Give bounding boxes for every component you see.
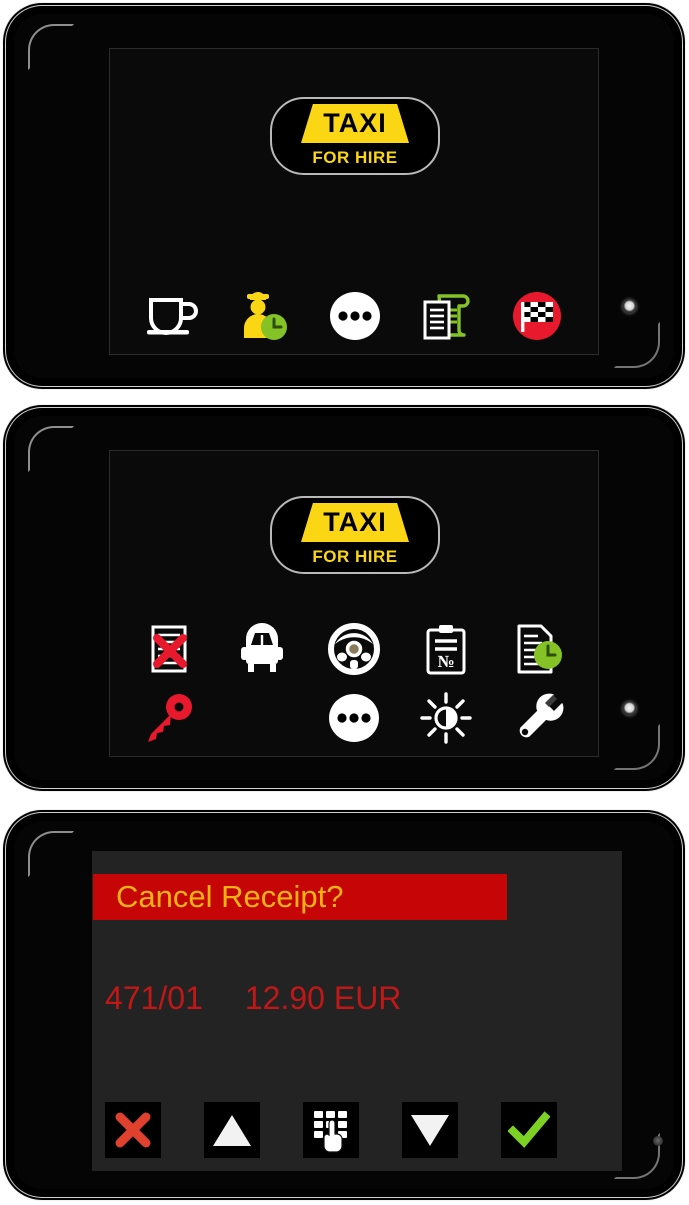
bezel-highlight-bottomright bbox=[614, 322, 660, 368]
break-coffee-button[interactable] bbox=[128, 286, 219, 346]
device-sensor-3 bbox=[653, 1136, 663, 1146]
cancel-receipt-button[interactable] bbox=[124, 617, 216, 681]
keypad-button[interactable] bbox=[303, 1102, 359, 1158]
key-icon bbox=[148, 694, 192, 742]
for-hire-label: FOR HIRE bbox=[312, 547, 398, 566]
document-cancel-icon bbox=[151, 625, 187, 673]
coffee-cup-icon bbox=[147, 298, 199, 335]
car-front-icon bbox=[241, 623, 283, 672]
service-button[interactable] bbox=[492, 687, 584, 749]
bezel-highlight-topleft bbox=[28, 24, 74, 70]
wrench-icon bbox=[519, 693, 564, 738]
bezel-highlight-bottomright bbox=[614, 724, 660, 770]
menu-row-2 bbox=[124, 687, 586, 749]
confirm-button[interactable] bbox=[501, 1102, 557, 1158]
taxi-roof-icon: TAXI bbox=[301, 503, 409, 542]
screen-cancel-receipt: Cancel Receipt? 471/01 12.90 EUR bbox=[92, 851, 622, 1171]
login-key-button[interactable] bbox=[124, 687, 216, 749]
shift-report-button[interactable] bbox=[492, 617, 584, 681]
vehicle-button[interactable] bbox=[216, 617, 308, 681]
bezel-highlight-topleft bbox=[28, 426, 74, 472]
receipt-number-value: 471/01 bbox=[105, 980, 203, 1016]
more-options-button[interactable] bbox=[308, 687, 400, 749]
device-bezel-3: Cancel Receipt? 471/01 12.90 EUR bbox=[14, 821, 674, 1189]
dialog-values: 471/01 12.90 EUR bbox=[105, 980, 401, 1017]
taxi-label: TAXI bbox=[323, 507, 387, 537]
more-options-button[interactable] bbox=[310, 286, 401, 346]
keypad-hand-icon bbox=[314, 1111, 347, 1153]
svg-text:№: № bbox=[437, 652, 454, 671]
dialog-title: Cancel Receipt? bbox=[116, 879, 344, 914]
three-dots-icon bbox=[329, 292, 380, 340]
driver-clock-icon bbox=[244, 292, 288, 340]
for-hire-label: FOR HIRE bbox=[312, 148, 398, 167]
clipboard-number-icon: № bbox=[426, 625, 466, 675]
receipt-scroll-icon bbox=[423, 294, 470, 340]
screen-idle: TAXI FOR HIRE bbox=[109, 48, 599, 355]
end-shift-button[interactable] bbox=[491, 286, 582, 346]
taxi-for-hire-sign: TAXI FOR HIRE bbox=[270, 97, 440, 175]
driving-mode-button[interactable] bbox=[308, 617, 400, 681]
check-icon bbox=[508, 1111, 550, 1148]
taxi-roof-icon: TAXI bbox=[301, 104, 409, 143]
scroll-down-button[interactable] bbox=[402, 1102, 458, 1158]
taximeter-device-1: TAXI FOR HIRE bbox=[8, 8, 680, 384]
triangle-down-icon bbox=[411, 1115, 449, 1146]
menu-row-1: № bbox=[124, 617, 586, 681]
taximeter-device-2: TAXI FOR HIRE № bbox=[8, 410, 680, 786]
scroll-up-button[interactable] bbox=[204, 1102, 260, 1158]
steering-wheel-icon bbox=[328, 623, 380, 675]
document-clock-icon bbox=[517, 624, 562, 674]
brightness-sun-icon bbox=[420, 692, 472, 744]
driver-shift-button[interactable] bbox=[219, 286, 310, 346]
device-bezel-1: TAXI FOR HIRE bbox=[14, 14, 674, 378]
receipt-amount-value: 12.90 EUR bbox=[244, 980, 402, 1016]
brightness-button[interactable] bbox=[400, 687, 492, 749]
cancel-button[interactable] bbox=[105, 1102, 161, 1158]
device-sensor-2 bbox=[623, 702, 636, 715]
screen-menu: TAXI FOR HIRE № bbox=[109, 450, 599, 757]
dialog-button-row bbox=[105, 1102, 613, 1158]
receipts-button[interactable] bbox=[400, 286, 491, 346]
trip-number-button[interactable]: № bbox=[400, 617, 492, 681]
checkered-flag-icon bbox=[512, 292, 561, 340]
taxi-label: TAXI bbox=[323, 108, 387, 138]
device-sensor-1 bbox=[623, 300, 636, 313]
screenshot-root: TAXI FOR HIRE TAXI FOR HIRE № Cancel Rec… bbox=[0, 0, 689, 1205]
dialog-header: Cancel Receipt? bbox=[93, 874, 507, 920]
device-bezel-2: TAXI FOR HIRE № bbox=[14, 416, 674, 780]
taximeter-device-3: Cancel Receipt? 471/01 12.90 EUR bbox=[8, 815, 680, 1195]
three-dots-icon bbox=[329, 694, 379, 742]
taxi-for-hire-sign: TAXI FOR HIRE bbox=[270, 496, 440, 574]
bezel-highlight-topleft bbox=[28, 831, 74, 877]
idle-toolbar bbox=[128, 286, 582, 346]
triangle-up-icon bbox=[213, 1115, 251, 1146]
cross-icon bbox=[115, 1112, 151, 1148]
